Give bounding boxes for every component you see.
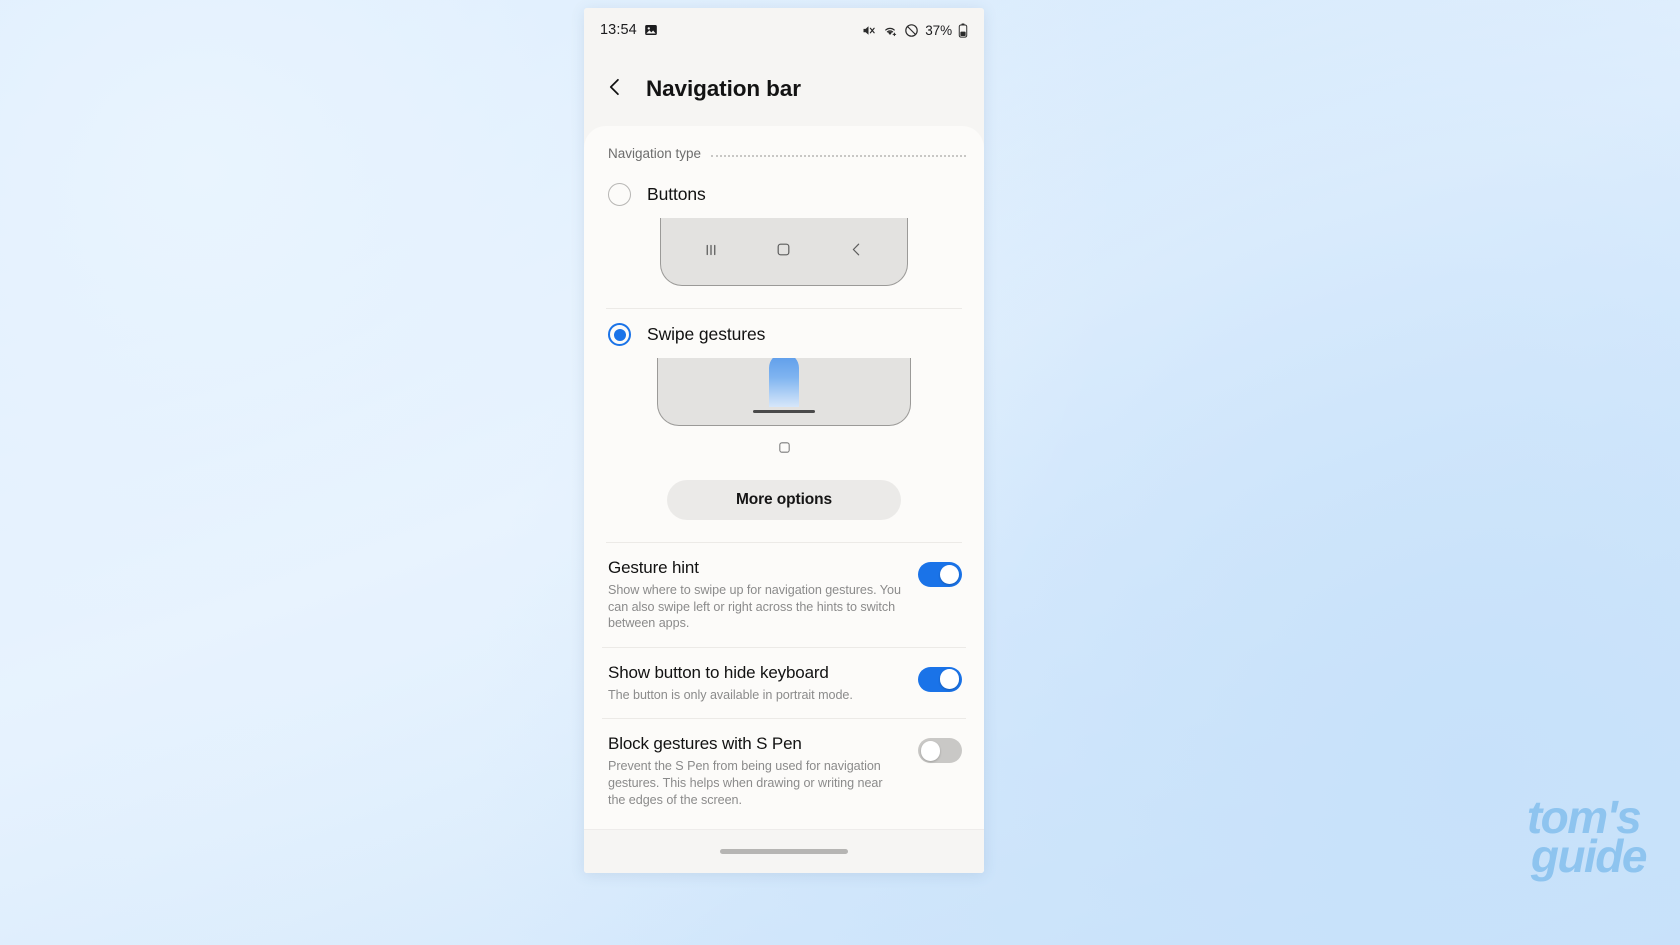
setting-text-block-spen: Block gestures with S Pen Prevent the S … bbox=[608, 734, 902, 808]
settings-content: Navigation type Buttons Swipe gestures M… bbox=[584, 126, 984, 873]
back-button[interactable] bbox=[598, 72, 632, 106]
setting-desc-hide-keyboard: The button is only available in portrait… bbox=[608, 687, 853, 702]
navigation-type-section-header: Navigation type bbox=[584, 126, 984, 169]
radio-label-swipe-gestures: Swipe gestures bbox=[647, 324, 766, 344]
radio-option-swipe-gestures[interactable]: Swipe gestures bbox=[584, 309, 984, 352]
dotted-rule bbox=[711, 154, 966, 157]
buttons-preview-wrap bbox=[584, 212, 984, 286]
setting-title-block-spen: Block gestures with S Pen bbox=[608, 734, 802, 754]
setting-desc-block-spen: Prevent the S Pen from being used for na… bbox=[608, 759, 883, 807]
chevron-left-icon bbox=[604, 76, 626, 103]
setting-row-gesture-hint[interactable]: Gesture hint Show where to swipe up for … bbox=[584, 543, 984, 647]
more-options-wrap: More options bbox=[584, 460, 984, 520]
radio-label-buttons: Buttons bbox=[647, 184, 706, 204]
setting-text-hide-keyboard: Show button to hide keyboard The button … bbox=[608, 663, 902, 704]
gesture-preview-wrap bbox=[584, 352, 984, 426]
mute-icon bbox=[861, 23, 876, 38]
home-indicator[interactable] bbox=[720, 849, 848, 854]
setting-desc-gesture-hint: Show where to swipe up for navigation ge… bbox=[608, 583, 901, 631]
setting-title-hide-keyboard: Show button to hide keyboard bbox=[608, 662, 829, 682]
wifi-plus-icon bbox=[882, 23, 898, 38]
gesture-nav-preview bbox=[657, 358, 911, 426]
toggle-hide-keyboard[interactable] bbox=[918, 666, 962, 692]
setting-text-gesture-hint: Gesture hint Show where to swipe up for … bbox=[608, 558, 902, 632]
battery-percent: 37% bbox=[925, 22, 952, 38]
battery-icon bbox=[958, 23, 968, 38]
setting-title-gesture-hint: Gesture hint bbox=[608, 558, 699, 577]
toggle-knob bbox=[939, 564, 960, 585]
status-time: 13:54 bbox=[600, 22, 637, 38]
title-bar: Navigation bar bbox=[584, 52, 984, 126]
toggle-knob bbox=[920, 741, 941, 761]
home-square-icon bbox=[777, 440, 792, 460]
buttons-nav-preview bbox=[660, 218, 908, 286]
toggle-block-spen[interactable] bbox=[918, 738, 962, 764]
gesture-handle-icon bbox=[753, 409, 815, 413]
watermark-line-2: guide bbox=[1530, 830, 1648, 883]
status-bar-right: 37% bbox=[861, 23, 968, 38]
bottom-navigation-area bbox=[584, 829, 984, 873]
recents-icon bbox=[692, 231, 730, 269]
setting-row-block-spen[interactable]: Block gestures with S Pen Prevent the S … bbox=[584, 719, 984, 823]
do-not-disturb-icon bbox=[904, 23, 919, 38]
page-title: Navigation bar bbox=[646, 76, 801, 101]
radio-swipe-gestures[interactable] bbox=[608, 323, 631, 346]
toggle-gesture-hint[interactable] bbox=[918, 562, 962, 587]
home-square-icon bbox=[765, 231, 803, 269]
toggle-knob bbox=[939, 669, 960, 690]
more-options-button[interactable]: More options bbox=[667, 480, 901, 520]
watermark: tom's guide bbox=[1527, 794, 1648, 883]
radio-option-buttons[interactable]: Buttons bbox=[584, 169, 984, 212]
swipe-up-arrow-icon bbox=[769, 358, 799, 407]
status-bar-left: 13:54 bbox=[600, 22, 658, 38]
image-icon bbox=[644, 23, 658, 37]
setting-row-hide-keyboard[interactable]: Show button to hide keyboard The button … bbox=[584, 648, 984, 719]
section-label: Navigation type bbox=[608, 146, 702, 161]
gesture-home-square-wrap bbox=[584, 440, 984, 460]
back-chevron-icon bbox=[838, 231, 876, 269]
radio-buttons[interactable] bbox=[608, 183, 631, 206]
status-bar: 13:54 37% bbox=[584, 8, 984, 52]
phone-screen: 13:54 37% Navigation bar Navigation type… bbox=[584, 8, 984, 873]
